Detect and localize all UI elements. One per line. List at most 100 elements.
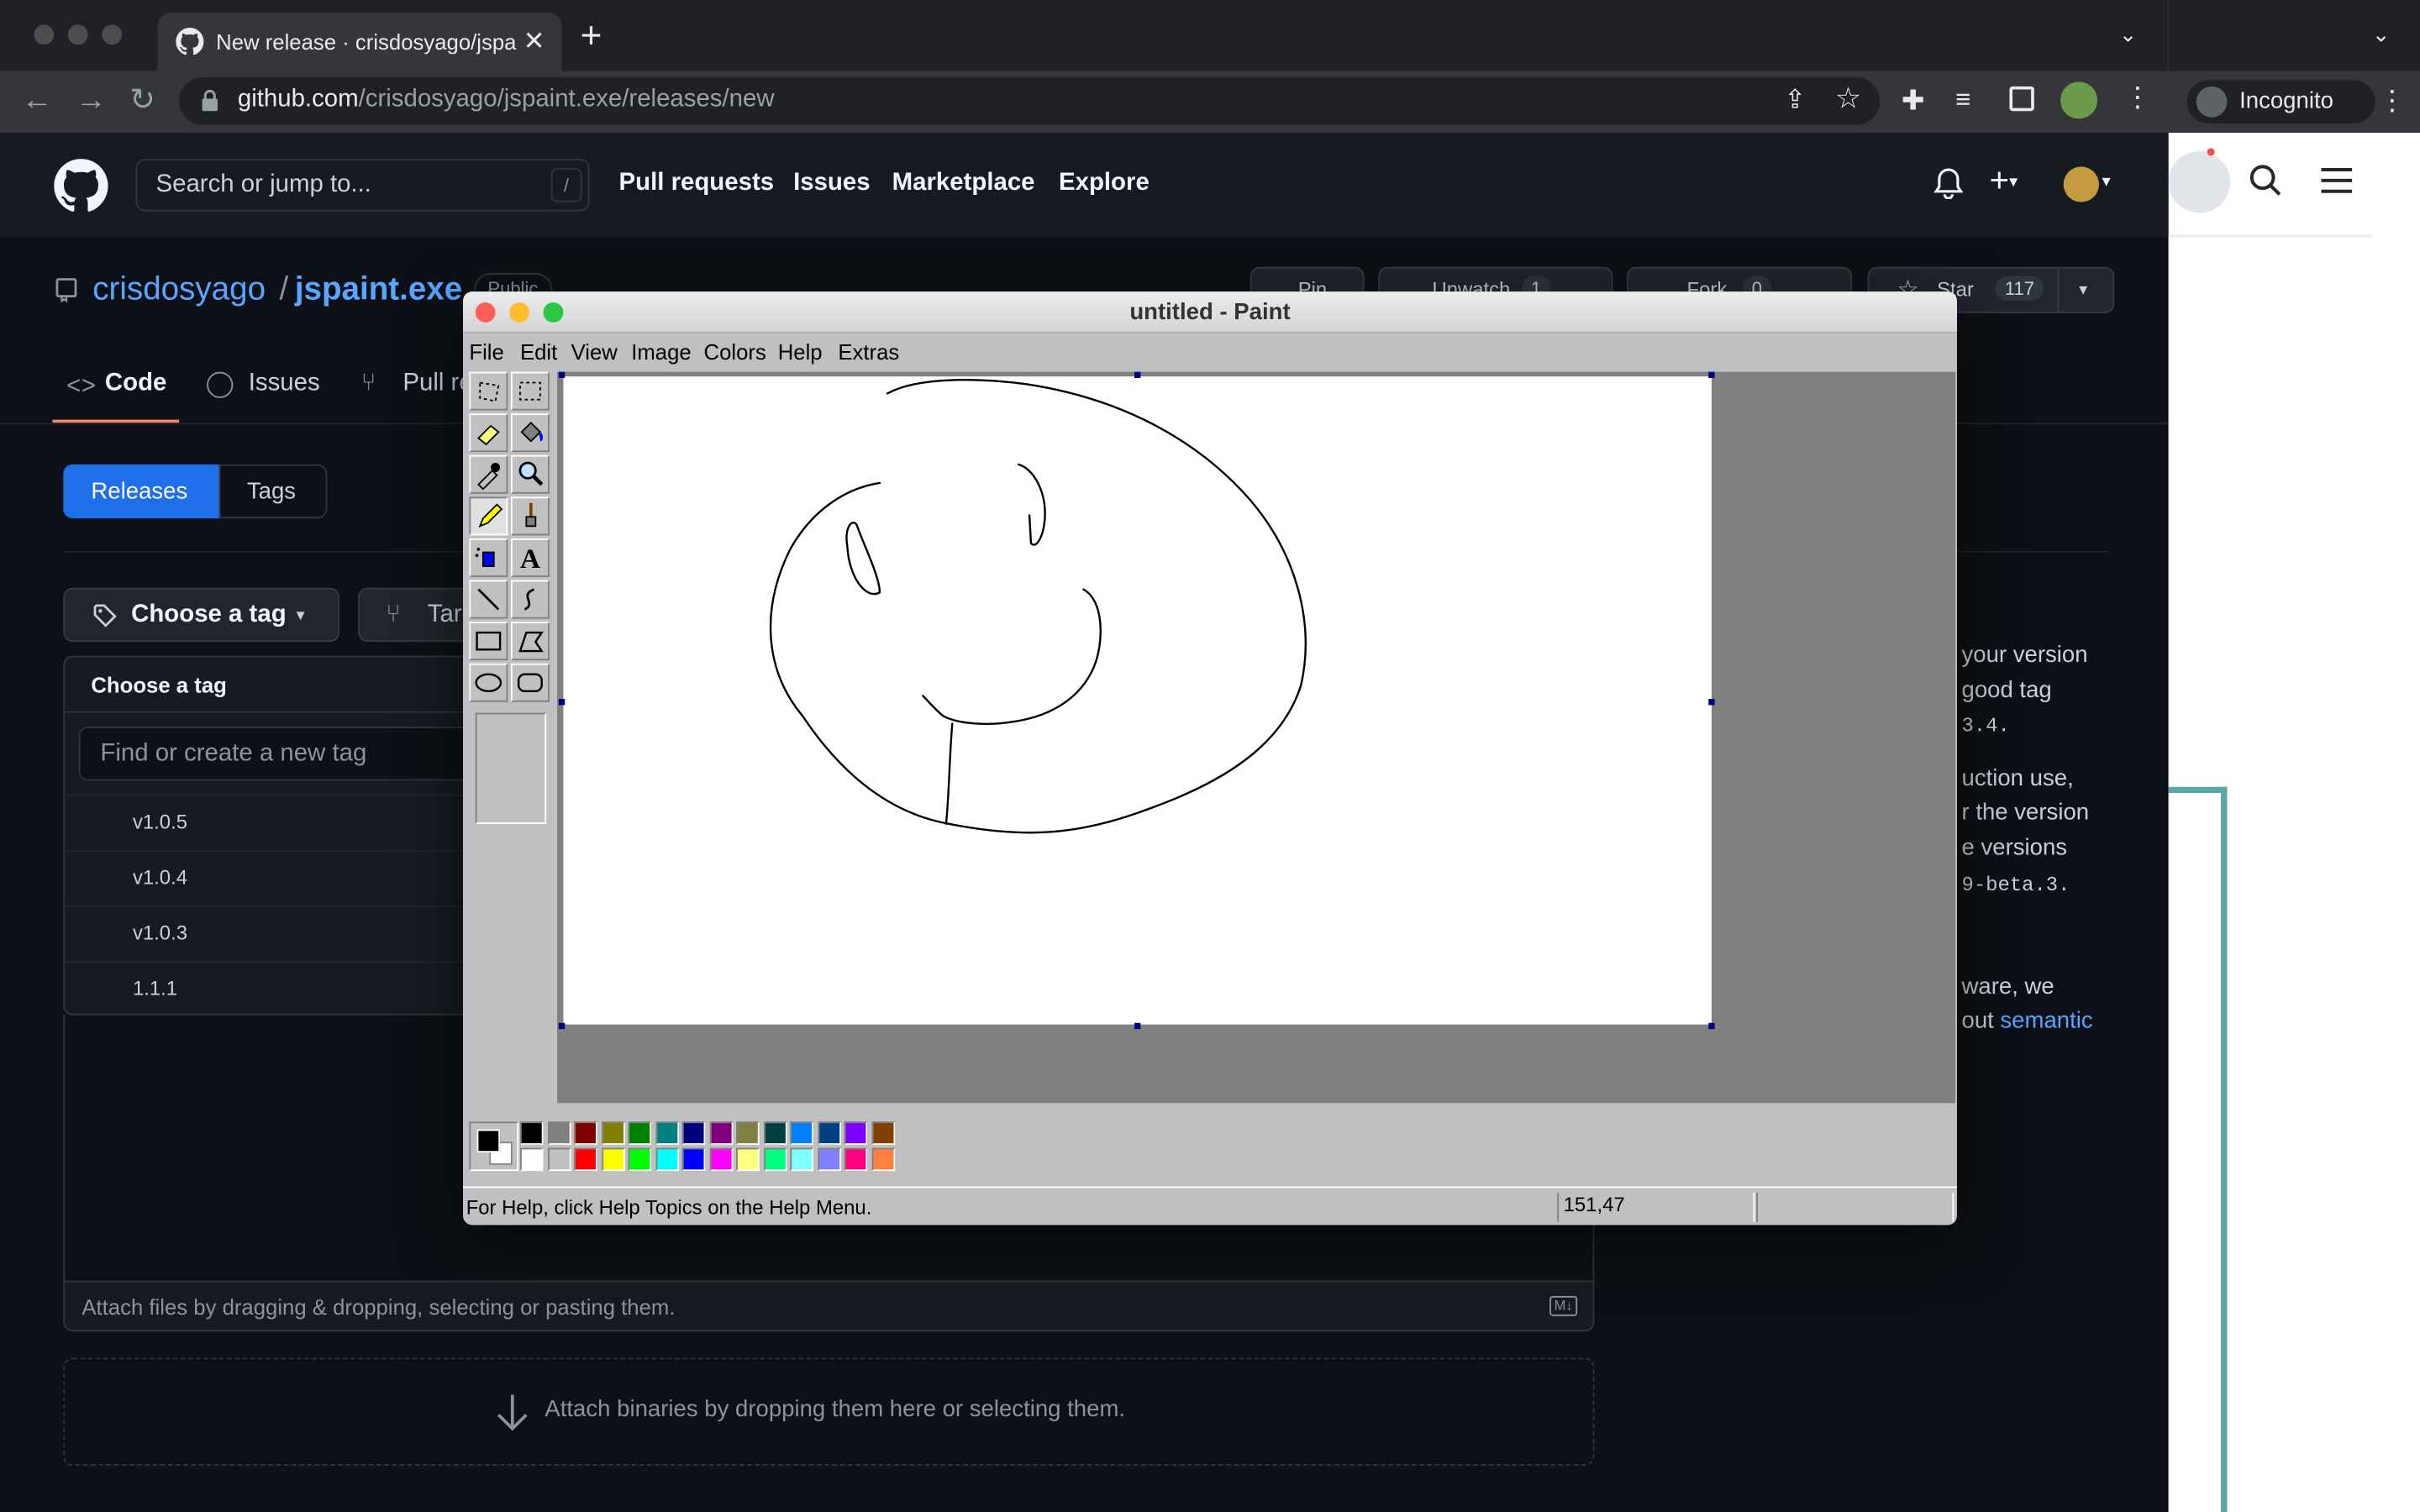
window-close-control[interactable] bbox=[34, 24, 55, 45]
tag-list-item[interactable]: v1.0.3 bbox=[65, 906, 479, 961]
tags-subnav-button[interactable]: Tags bbox=[218, 464, 328, 519]
tool-options-box[interactable] bbox=[475, 712, 547, 824]
current-colors-box[interactable] bbox=[469, 1121, 519, 1172]
attach-binaries-dropzone[interactable]: Attach binaries by dropping them here or… bbox=[63, 1357, 1595, 1466]
search-input[interactable]: Search or jump to... / bbox=[135, 159, 590, 212]
side-panel-icon[interactable] bbox=[2009, 86, 2034, 112]
nav-explore[interactable]: Explore bbox=[1059, 170, 1150, 197]
repo-owner-link[interactable]: crisdosyago bbox=[92, 271, 266, 308]
palette-color-swatch[interactable] bbox=[655, 1147, 679, 1172]
window-zoom-control[interactable] bbox=[102, 24, 123, 45]
palette-color-swatch[interactable] bbox=[763, 1147, 786, 1172]
palette-color-swatch[interactable] bbox=[628, 1147, 652, 1172]
tab-code[interactable]: Code bbox=[105, 370, 166, 398]
palette-color-swatch[interactable] bbox=[547, 1147, 571, 1172]
menu-image[interactable]: Image bbox=[631, 339, 691, 364]
palette-color-swatch[interactable] bbox=[519, 1121, 544, 1145]
resize-handle[interactable] bbox=[558, 1022, 566, 1030]
incognito-tab-chevron-icon[interactable]: ⌄ bbox=[2372, 22, 2391, 48]
incognito-menu-icon[interactable]: ⋮ bbox=[2378, 85, 2406, 118]
palette-color-swatch[interactable] bbox=[844, 1147, 868, 1172]
resize-handle[interactable] bbox=[558, 699, 566, 706]
palette-color-swatch[interactable] bbox=[681, 1147, 706, 1172]
bookmark-star-icon[interactable]: ☆ bbox=[1835, 81, 1861, 117]
palette-color-swatch[interactable] bbox=[763, 1121, 786, 1145]
releases-subnav-button[interactable]: Releases bbox=[63, 464, 219, 519]
browser-menu-icon[interactable]: ⋮ bbox=[2123, 81, 2151, 114]
extensions-icon[interactable]: ✚ bbox=[1902, 85, 1925, 118]
search-icon[interactable] bbox=[2249, 164, 2282, 197]
tool-pencil-icon[interactable] bbox=[469, 496, 508, 536]
star-dropdown-caret-icon[interactable]: ▾ bbox=[2079, 279, 2087, 299]
palette-color-swatch[interactable] bbox=[601, 1121, 624, 1145]
tool-brush-icon[interactable] bbox=[510, 496, 550, 536]
menu-extras[interactable]: Extras bbox=[838, 339, 899, 364]
bell-icon[interactable] bbox=[1933, 166, 1964, 199]
nav-issues[interactable]: Issues bbox=[793, 170, 870, 197]
resize-handle[interactable] bbox=[1134, 1022, 1141, 1030]
palette-color-swatch[interactable] bbox=[871, 1121, 895, 1145]
tool-free-form-select-icon[interactable] bbox=[469, 371, 508, 411]
create-new-plus-icon[interactable]: +▾ bbox=[1990, 163, 2018, 200]
resize-handle[interactable] bbox=[558, 371, 566, 379]
semantic-versioning-link[interactable]: semantic bbox=[2000, 1007, 2092, 1033]
reload-icon[interactable]: ↻ bbox=[129, 85, 155, 116]
primary-color-swatch[interactable] bbox=[476, 1129, 501, 1153]
browser-tab-active[interactable]: New release · crisdosyago/jspaint.exe/re… bbox=[157, 12, 562, 71]
resize-handle[interactable] bbox=[1134, 371, 1141, 379]
menu-help[interactable]: Help bbox=[778, 339, 823, 364]
palette-color-swatch[interactable] bbox=[601, 1147, 624, 1172]
avatar-caret-icon[interactable]: ▾ bbox=[2102, 171, 2111, 192]
palette-color-swatch[interactable] bbox=[736, 1147, 760, 1172]
tab-close-icon[interactable]: ✕ bbox=[523, 26, 545, 57]
resize-handle[interactable] bbox=[1708, 699, 1715, 706]
paint-canvas[interactable] bbox=[563, 376, 1712, 1025]
user-avatar[interactable] bbox=[2063, 166, 2099, 202]
palette-color-swatch[interactable] bbox=[708, 1147, 733, 1172]
palette-color-swatch[interactable] bbox=[655, 1121, 679, 1145]
tag-list-item[interactable]: 1.1.1 bbox=[65, 961, 479, 1013]
palette-color-swatch[interactable] bbox=[681, 1121, 706, 1145]
palette-color-swatch[interactable] bbox=[817, 1121, 841, 1145]
media-control-icon[interactable]: ≡ bbox=[1955, 85, 1970, 116]
share-icon[interactable]: ⇪ bbox=[1784, 85, 1806, 116]
palette-color-swatch[interactable] bbox=[547, 1121, 571, 1145]
tool-curve-icon[interactable] bbox=[510, 580, 550, 619]
tool-polygon-icon[interactable] bbox=[510, 622, 550, 661]
tool-magnifier-icon[interactable] bbox=[510, 454, 550, 494]
palette-color-swatch[interactable] bbox=[708, 1121, 733, 1145]
github-logo-icon[interactable] bbox=[54, 159, 108, 213]
new-tab-icon[interactable]: + bbox=[581, 18, 602, 55]
address-bar[interactable]: github.com/crisdosyago/jspaint.exe/relea… bbox=[179, 76, 1881, 125]
menu-edit[interactable]: Edit bbox=[520, 339, 557, 364]
back-icon[interactable]: ← bbox=[22, 85, 53, 116]
nav-pull-requests[interactable]: Pull requests bbox=[619, 170, 775, 197]
tag-list-item[interactable]: v1.0.4 bbox=[65, 850, 479, 906]
tool-fill-bucket-icon[interactable] bbox=[510, 413, 550, 453]
tag-list-item[interactable]: v1.0.5 bbox=[65, 794, 479, 850]
palette-color-swatch[interactable] bbox=[574, 1147, 597, 1172]
profile-avatar[interactable] bbox=[2060, 81, 2098, 119]
menu-file[interactable]: File bbox=[469, 339, 503, 364]
tool-eraser-icon[interactable] bbox=[469, 413, 508, 453]
resize-handle[interactable] bbox=[1708, 371, 1715, 379]
palette-color-swatch[interactable] bbox=[871, 1147, 895, 1172]
tab-issues[interactable]: Issues bbox=[249, 370, 320, 398]
palette-color-swatch[interactable] bbox=[574, 1121, 597, 1145]
tool-rounded-rectangle-icon[interactable] bbox=[510, 663, 550, 702]
attach-files-bar[interactable]: Attach files by dragging & dropping, sel… bbox=[63, 1280, 1595, 1332]
tool-rect-select-icon[interactable] bbox=[510, 371, 550, 411]
forward-icon[interactable]: → bbox=[76, 85, 107, 116]
paint-titlebar[interactable]: untitled - Paint bbox=[463, 291, 1957, 333]
palette-color-swatch[interactable] bbox=[790, 1147, 813, 1172]
tool-line-icon[interactable] bbox=[469, 580, 508, 619]
tab-search-chevron-icon[interactable]: ⌄ bbox=[2119, 22, 2138, 48]
tool-text-icon[interactable]: A bbox=[510, 538, 550, 577]
choose-tag-button[interactable]: Choose a tag ▾ bbox=[63, 587, 340, 643]
repo-name-link[interactable]: jspaint.exe bbox=[295, 271, 462, 308]
menu-view[interactable]: View bbox=[571, 339, 618, 364]
hamburger-menu-icon[interactable] bbox=[2321, 166, 2353, 194]
palette-color-swatch[interactable] bbox=[628, 1121, 652, 1145]
tool-rectangle-icon[interactable] bbox=[469, 622, 508, 661]
tool-pick-color-icon[interactable] bbox=[469, 454, 508, 494]
